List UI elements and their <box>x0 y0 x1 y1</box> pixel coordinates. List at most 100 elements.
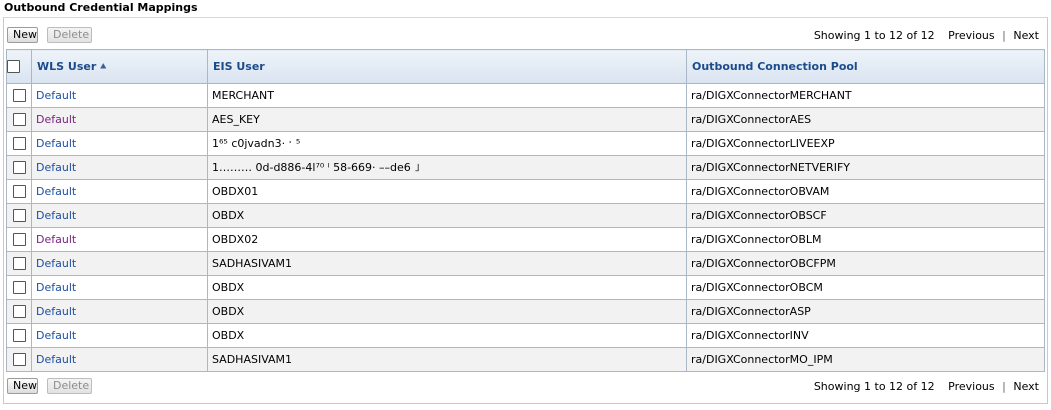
table-row: Default 1⁶⁵ c0jvadn3· ˑ ⁵ ra/DIGXConnector… <box>6 131 1045 156</box>
paging-separator: | <box>1002 29 1006 42</box>
wls-user-link[interactable]: Default <box>36 329 76 342</box>
delete-button[interactable]: Delete <box>47 27 92 43</box>
row-select-cell <box>6 155 32 180</box>
row-select-cell <box>6 275 32 300</box>
wls-user-link[interactable]: Default <box>36 113 76 126</box>
new-button[interactable]: New <box>7 378 38 394</box>
wls-user-cell: Default <box>31 275 208 300</box>
connection-pool-cell: ra/DIGXConnectorMERCHANT <box>686 83 1045 108</box>
eis-user-cell: OBDX <box>207 323 687 348</box>
row-checkbox[interactable] <box>12 233 26 247</box>
wls-user-link[interactable]: Default <box>36 161 76 174</box>
next-link[interactable]: Next <box>1013 380 1039 393</box>
paging-separator: | <box>1002 380 1006 393</box>
eis-user-cell: OBDX <box>207 275 687 300</box>
connection-pool-cell: ra/DIGXConnectorOBLM <box>686 227 1045 252</box>
eis-user-cell: OBDX01 <box>207 179 687 204</box>
row-checkbox[interactable] <box>12 161 26 175</box>
row-select-cell <box>6 203 32 228</box>
column-label: WLS User <box>37 60 97 73</box>
top-toolbar: New Delete Showing 1 to 12 of 12 Previou… <box>4 26 1047 48</box>
table-row: Default OBDX ra/DIGXConnectorINV <box>6 323 1045 348</box>
table-row: Default SADHASIVAM1 ra/DIGXConnectorMO_IPM <box>6 347 1045 372</box>
table-row: Default OBDX02 ra/DIGXConnectorOBLM <box>6 227 1045 252</box>
row-checkbox[interactable] <box>12 281 26 295</box>
wls-user-cell: Default <box>31 179 208 204</box>
next-link[interactable]: Next <box>1013 29 1039 42</box>
table-row: Default OBDX ra/DIGXConnectorASP <box>6 299 1045 324</box>
connection-pool-cell: ra/DIGXConnectorOBVAM <box>686 179 1045 204</box>
table-row: Default 1……… 0d-d886-4l⁷⁰ ˡ 58-669· ––de6… <box>6 155 1045 180</box>
table-row: Default SADHASIVAM1 ra/DIGXConnectorOBCFPM <box>6 251 1045 276</box>
row-checkbox[interactable] <box>12 305 26 319</box>
wls-user-cell: Default <box>31 107 208 132</box>
row-select-cell <box>6 251 32 276</box>
row-checkbox[interactable] <box>12 329 26 343</box>
table-row: Default OBDX ra/DIGXConnectorOBSCF <box>6 203 1045 228</box>
eis-user-cell: 1⁶⁵ c0jvadn3· ˑ ⁵ <box>207 131 687 156</box>
connection-pool-cell: ra/DIGXConnectorMO_IPM <box>686 347 1045 372</box>
pagination: Showing 1 to 12 of 12 Previous | Next <box>814 380 1039 393</box>
row-select-cell <box>6 299 32 324</box>
table-header-row: WLS User ⯅ EIS User Outbound Connection P… <box>6 49 1045 84</box>
connection-pool-cell: ra/DIGXConnectorOBSCF <box>686 203 1045 228</box>
row-checkbox[interactable] <box>12 113 26 127</box>
eis-user-cell: MERCHANT <box>207 83 687 108</box>
wls-user-cell: Default <box>31 347 208 372</box>
row-select-cell <box>6 83 32 108</box>
eis-user-cell: 1……… 0d-d886-4l⁷⁰ ˡ 58-669· ––de6 ˩ <box>207 155 687 180</box>
connection-pool-cell: ra/DIGXConnectorOBCM <box>686 275 1045 300</box>
row-checkbox[interactable] <box>12 137 26 151</box>
wls-user-link[interactable]: Default <box>36 185 76 198</box>
wls-user-link[interactable]: Default <box>36 209 76 222</box>
wls-user-cell: Default <box>31 83 208 108</box>
connection-pool-cell: ra/DIGXConnectorNETVERIFY <box>686 155 1045 180</box>
previous-link[interactable]: Previous <box>948 380 995 393</box>
wls-user-link[interactable]: Default <box>36 233 76 246</box>
row-checkbox[interactable] <box>12 353 26 367</box>
eis-user-cell: OBDX <box>207 299 687 324</box>
wls-user-cell: Default <box>31 251 208 276</box>
new-button[interactable]: New <box>7 27 38 43</box>
select-all-checkbox[interactable] <box>7 60 20 74</box>
column-header-outbound-connection-pool[interactable]: Outbound Connection Pool <box>686 49 1045 84</box>
credential-mappings-panel: New Delete Showing 1 to 12 of 12 Previou… <box>3 17 1048 404</box>
wls-user-cell: Default <box>31 227 208 252</box>
wls-user-cell: Default <box>31 299 208 324</box>
eis-user-cell: AES_KEY <box>207 107 687 132</box>
column-header-eis-user[interactable]: EIS User <box>207 49 687 84</box>
row-select-cell <box>6 323 32 348</box>
row-select-cell <box>6 227 32 252</box>
select-all-cell <box>6 49 32 84</box>
row-checkbox[interactable] <box>12 257 26 271</box>
table-row: Default MERCHANT ra/DIGXConnectorMERCHANT <box>6 83 1045 108</box>
column-header-wls-user[interactable]: WLS User ⯅ <box>31 49 208 84</box>
row-checkbox[interactable] <box>12 209 26 223</box>
wls-user-cell: Default <box>31 203 208 228</box>
wls-user-link[interactable]: Default <box>36 305 76 318</box>
eis-user-cell: OBDX02 <box>207 227 687 252</box>
delete-button[interactable]: Delete <box>47 378 92 394</box>
table-row: Default AES_KEY ra/DIGXConnectorAES <box>6 107 1045 132</box>
previous-link[interactable]: Previous <box>948 29 995 42</box>
eis-user-cell: SADHASIVAM1 <box>207 251 687 276</box>
wls-user-link[interactable]: Default <box>36 89 76 102</box>
row-checkbox[interactable] <box>12 89 26 103</box>
connection-pool-cell: ra/DIGXConnectorAES <box>686 107 1045 132</box>
wls-user-link[interactable]: Default <box>36 353 76 366</box>
connection-pool-cell: ra/DIGXConnectorLIVEEXP <box>686 131 1045 156</box>
paging-status: Showing 1 to 12 of 12 <box>813 380 935 393</box>
wls-user-link[interactable]: Default <box>36 257 76 270</box>
eis-user-cell: SADHASIVAM1 <box>207 347 687 372</box>
row-select-cell <box>6 107 32 132</box>
wls-user-link[interactable]: Default <box>36 137 76 150</box>
wls-user-cell: Default <box>31 323 208 348</box>
pagination: Showing 1 to 12 of 12 Previous | Next <box>814 29 1039 42</box>
row-checkbox[interactable] <box>12 185 26 199</box>
wls-user-link[interactable]: Default <box>36 281 76 294</box>
sort-ascending-icon[interactable]: ⯅ <box>99 62 107 73</box>
connection-pool-cell: ra/DIGXConnectorASP <box>686 299 1045 324</box>
paging-status: Showing 1 to 12 of 12 <box>813 29 935 42</box>
connection-pool-cell: ra/DIGXConnectorINV <box>686 323 1045 348</box>
row-select-cell <box>6 131 32 156</box>
